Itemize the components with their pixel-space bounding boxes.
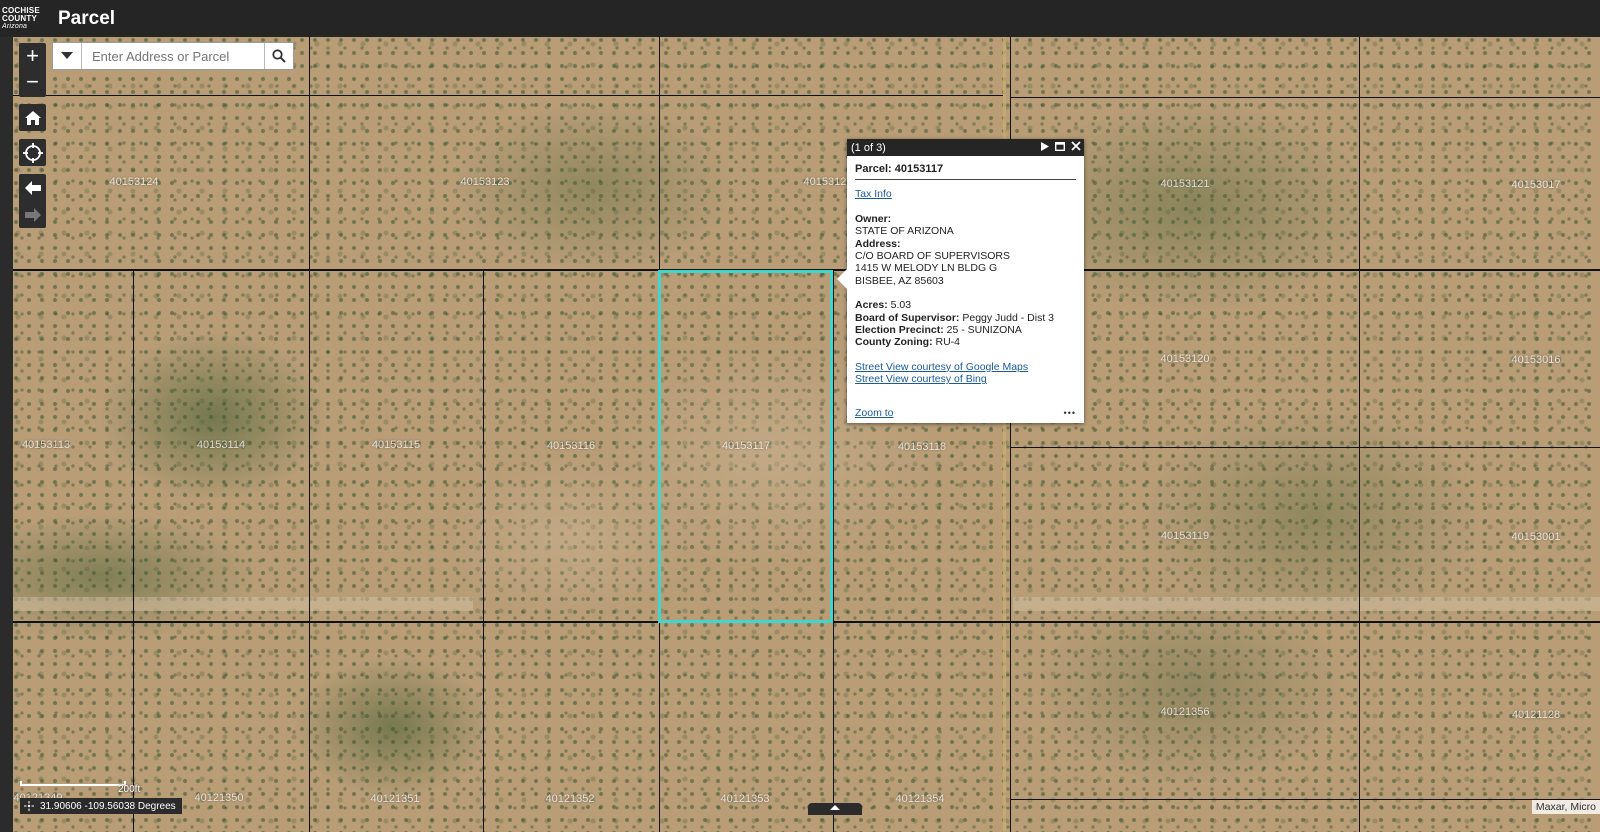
parcel-label: 40121350 [194, 792, 244, 804]
close-icon [1071, 141, 1081, 151]
road-horizontal-west [13, 597, 473, 611]
map-attribution: Maxar, Micro [1531, 800, 1600, 814]
google-street-view-link[interactable]: Street View courtesy of Google Maps [855, 361, 1028, 373]
crosshair-icon [24, 801, 34, 811]
parcel-boundary [13, 95, 1003, 96]
owner-value: STATE OF ARIZONA [855, 225, 954, 238]
popup-header: (1 of 3) [847, 139, 1084, 156]
parcel-label: 40121354 [895, 793, 945, 805]
parcel-label: 40121353 [720, 793, 770, 805]
left-edge-bar [0, 37, 13, 832]
parcel-boundary [1010, 447, 1600, 448]
parcel-label: 40153118 [897, 441, 947, 453]
popup-body: Parcel: 40153117 Tax Info Owner: STATE O… [847, 156, 1084, 386]
maximize-button[interactable] [1054, 141, 1066, 154]
home-button[interactable] [19, 104, 46, 131]
search-input[interactable] [82, 43, 264, 69]
parcel-label: 40153119 [1160, 530, 1210, 542]
parcel-boundary [1359, 37, 1360, 832]
locate-button[interactable] [19, 139, 46, 166]
parcel-label: 40121128 [1511, 709, 1561, 721]
zoom-in-button[interactable]: + [19, 43, 46, 70]
tax-info-link[interactable]: Tax Info [855, 188, 892, 200]
parcel-label: 40153122 [803, 176, 853, 188]
app-header: COCHISE COUNTY Arizona Parcel [0, 0, 1600, 37]
parcel-label: 40153117 [721, 440, 771, 452]
arrow-left-icon [24, 180, 41, 195]
scale-bar [20, 781, 126, 786]
home-icon [24, 110, 41, 125]
search-widget [52, 42, 294, 70]
supervisor-value: Peggy Judd - Dist 3 [962, 311, 1054, 324]
parcel-label: 40153017 [1511, 179, 1561, 191]
parcel-popup: (1 of 3) Parcel: 40153117 Tax Info Owner… [837, 139, 1084, 423]
parcel-boundary [133, 269, 134, 832]
maximize-icon [1054, 141, 1066, 151]
address-line-3: BISBEE, AZ 85603 [855, 274, 944, 287]
bottom-panel-toggle[interactable] [808, 803, 862, 815]
arrow-right-icon [24, 207, 41, 222]
parcel-label: 40121356 [1160, 706, 1210, 718]
logo-line-2: COUNTY [2, 13, 37, 23]
parcel-label: 40121352 [545, 793, 595, 805]
locate-icon [22, 142, 43, 163]
parcel-label: 40153116 [546, 440, 596, 452]
next-feature-button[interactable] [1041, 141, 1049, 154]
parcel-boundary [309, 37, 310, 832]
parcel-label: 40153001 [1511, 531, 1561, 543]
parcel-label: 40153113 [21, 439, 71, 451]
road-horizontal-east [1013, 597, 1600, 611]
chevron-down-icon [61, 52, 73, 59]
chevron-up-icon [830, 805, 840, 810]
parcel-label: 40153123 [460, 176, 510, 188]
popup-title: Parcel: 40153117 [855, 163, 1076, 181]
address-label: Address: [855, 237, 901, 250]
zoom-out-button[interactable]: − [19, 69, 46, 96]
county-logo: COCHISE COUNTY Arizona [2, 6, 50, 31]
close-button[interactable] [1071, 141, 1081, 154]
parcel-label: 40121351 [370, 793, 420, 805]
coordinates-text: 31.90606 -109.56038 Degrees [40, 800, 176, 812]
search-source-dropdown[interactable] [53, 43, 82, 69]
map-view[interactable]: 40153124 40153123 40153122 40153121 4015… [13, 37, 1600, 832]
acres-label: Acres: [855, 299, 888, 312]
play-icon [1041, 141, 1049, 151]
search-button[interactable] [264, 43, 293, 69]
parcel-boundary [833, 269, 834, 832]
app-title: Parcel [58, 7, 116, 29]
parcel-label: 40153114 [196, 439, 246, 451]
popup-counter: (1 of 3) [851, 141, 886, 154]
supervisor-label: Board of Supervisor: [855, 311, 960, 324]
scale-label: 200ft [118, 784, 141, 795]
coordinate-display[interactable]: 31.90606 -109.56038 Degrees [20, 798, 182, 814]
popup-footer: Zoom to ••• [855, 407, 1076, 419]
bing-street-view-link[interactable]: Street View courtesy of Bing [855, 373, 987, 385]
search-icon [272, 49, 286, 63]
extent-navigation [19, 174, 46, 228]
parcel-label: 40153124 [109, 176, 159, 188]
parcel-boundary [1010, 799, 1600, 800]
precinct-label: Election Precinct: [855, 324, 944, 337]
zoning-label: County Zoning: [855, 336, 933, 349]
zoning-value: RU-4 [935, 336, 960, 349]
parcel-label: 40153120 [1160, 353, 1210, 365]
acres-value: 5.03 [890, 299, 912, 312]
logo-line-3: Arizona [2, 22, 28, 30]
parcel-label: 40153121 [1160, 178, 1210, 190]
previous-extent-button[interactable] [19, 174, 46, 201]
zoom-to-link[interactable]: Zoom to [855, 407, 894, 419]
owner-label: Owner: [855, 212, 892, 225]
parcel-label: 40153115 [371, 439, 421, 451]
parcel-label: 40153016 [1511, 354, 1561, 366]
parcel-boundary [483, 269, 484, 832]
zoom-controls: + − [19, 43, 46, 97]
parcel-boundary [1010, 97, 1600, 98]
precinct-value: 25 - SUNIZONA [946, 324, 1022, 337]
address-line-1: C/O BOARD OF SUPERVISORS [855, 250, 1011, 263]
address-line-2: 1415 W MELODY LN BLDG G [855, 262, 998, 275]
more-actions-button[interactable]: ••• [1064, 408, 1076, 418]
next-extent-button[interactable] [19, 201, 46, 228]
